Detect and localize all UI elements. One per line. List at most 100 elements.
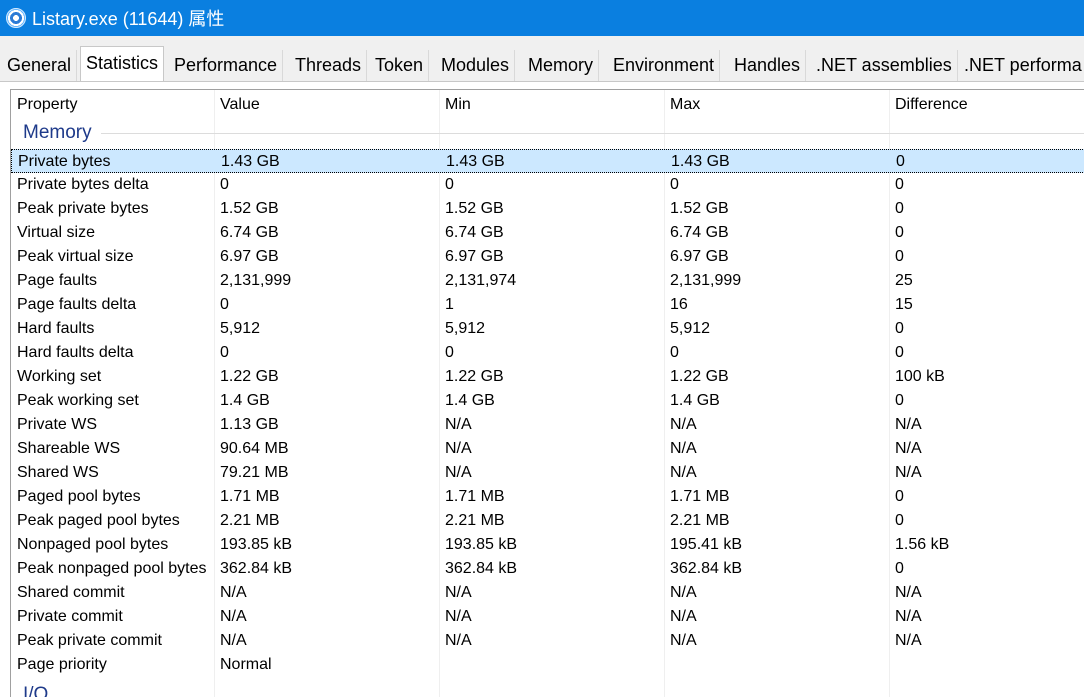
- cell-min: N/A: [445, 440, 472, 457]
- cell-difference: N/A: [895, 416, 922, 433]
- column-header-min[interactable]: Min: [445, 96, 471, 114]
- cell-difference: 0: [895, 176, 904, 193]
- cell-value: N/A: [220, 608, 247, 625]
- tab-token[interactable]: Token: [370, 50, 430, 81]
- cell-value: 0: [220, 296, 229, 313]
- column-header-difference[interactable]: Difference: [895, 96, 968, 114]
- cell-value: N/A: [220, 632, 247, 649]
- cell-property: Peak private commit: [17, 632, 162, 649]
- cell-max: 1.43 GB: [671, 153, 730, 170]
- title-bar[interactable]: Listary.exe (11644) 属性: [0, 0, 1084, 36]
- cell-property: Nonpaged pool bytes: [17, 536, 169, 553]
- table-row[interactable]: Page faults delta 0 1 16 15: [11, 293, 1084, 317]
- cell-min: N/A: [445, 584, 472, 601]
- cell-property: Virtual size: [17, 224, 95, 241]
- cell-value: 6.97 GB: [220, 248, 279, 265]
- column-header-max[interactable]: Max: [670, 96, 700, 114]
- cell-min: 0: [445, 176, 454, 193]
- table-row[interactable]: Private bytes 1.43 GB 1.43 GB 1.43 GB 0: [11, 149, 1084, 173]
- cell-min: 362.84 kB: [445, 560, 518, 577]
- table-row[interactable]: Nonpaged pool bytes 193.85 kB 193.85 kB 195…: [11, 533, 1084, 557]
- cell-value: 90.64 MB: [220, 440, 289, 457]
- column-header-value[interactable]: Value: [220, 96, 260, 114]
- cell-difference: 0: [895, 560, 904, 577]
- cell-min: 2.21 MB: [445, 512, 505, 529]
- cell-max: 1.52 GB: [670, 200, 729, 217]
- cell-value: 362.84 kB: [220, 560, 293, 577]
- group-header-io[interactable]: I/O: [23, 684, 53, 697]
- table-row[interactable]: Peak private bytes 1.52 GB 1.52 GB 1.52 GB 0: [11, 197, 1084, 221]
- cell-difference: 100 kB: [895, 368, 945, 385]
- cell-min: N/A: [445, 632, 472, 649]
- cell-property: Working set: [17, 368, 102, 385]
- tab-environment[interactable]: Environment: [608, 50, 721, 81]
- table-row[interactable]: Private bytes delta 0 0 0 0: [11, 173, 1084, 197]
- cell-property: Paged pool bytes: [17, 488, 141, 505]
- tab-net-assemblies[interactable]: .NET assemblies: [811, 50, 958, 81]
- table-row[interactable]: Working set 1.22 GB 1.22 GB 1.22 GB 100 kB: [11, 365, 1084, 389]
- table-row[interactable]: Page faults 2,131,999 2,131,974 2,131,999 25: [11, 269, 1084, 293]
- table-row[interactable]: Peak nonpaged pool bytes 362.84 kB 362.84 …: [11, 557, 1084, 581]
- cell-difference: 0: [895, 488, 904, 505]
- cell-property: Peak private bytes: [17, 200, 149, 217]
- column-header-property[interactable]: Property: [17, 96, 77, 114]
- table-row[interactable]: Peak private commit N/A N/A N/A N/A: [11, 629, 1084, 653]
- cell-max: 16: [670, 296, 688, 313]
- cell-difference: 0: [895, 320, 904, 337]
- tab-general[interactable]: General: [2, 50, 78, 81]
- cell-max: 5,912: [670, 320, 711, 337]
- table-row[interactable]: Virtual size 6.74 GB 6.74 GB 6.74 GB 0: [11, 221, 1084, 245]
- table-row[interactable]: Private WS 1.13 GB N/A N/A N/A: [11, 413, 1084, 437]
- table-row[interactable]: Peak virtual size 6.97 GB 6.97 GB 6.97 GB 0: [11, 245, 1084, 269]
- cell-difference: N/A: [895, 464, 922, 481]
- cell-difference: 15: [895, 296, 913, 313]
- tab-performance[interactable]: Performance: [169, 50, 284, 81]
- cell-min: N/A: [445, 464, 472, 481]
- cell-difference: N/A: [895, 584, 922, 601]
- statistics-list[interactable]: Property Value Min Max Difference Memory…: [10, 89, 1084, 697]
- cell-max: 1.71 MB: [670, 488, 730, 505]
- tab-net-performance[interactable]: .NET performa: [959, 50, 1084, 81]
- tab-memory[interactable]: Memory: [523, 50, 600, 81]
- cell-min: 2,131,974: [445, 272, 517, 289]
- table-row[interactable]: Shared WS 79.21 MB N/A N/A N/A: [11, 461, 1084, 485]
- cell-difference: 1.56 kB: [895, 536, 950, 553]
- cell-difference: 0: [895, 512, 904, 529]
- tab-modules[interactable]: Modules: [436, 50, 516, 81]
- cell-min: 6.74 GB: [445, 224, 504, 241]
- cell-property: Page faults: [17, 272, 98, 289]
- tab-threads[interactable]: Threads: [290, 50, 368, 81]
- cell-value: 0: [220, 344, 229, 361]
- table-row[interactable]: Peak working set 1.4 GB 1.4 GB 1.4 GB 0: [11, 389, 1084, 413]
- table-row[interactable]: Page priority Normal: [11, 653, 1084, 677]
- cell-value: 6.74 GB: [220, 224, 279, 241]
- cell-max: 2,131,999: [670, 272, 742, 289]
- cell-difference: N/A: [895, 440, 922, 457]
- cell-max: 1.22 GB: [670, 368, 729, 385]
- table-row[interactable]: Hard faults delta 0 0 0 0: [11, 341, 1084, 365]
- tab-statistics[interactable]: Statistics: [80, 46, 165, 81]
- cell-max: 2.21 MB: [670, 512, 730, 529]
- cell-value: 1.71 MB: [220, 488, 280, 505]
- table-row[interactable]: Shareable WS 90.64 MB N/A N/A N/A: [11, 437, 1084, 461]
- table-row[interactable]: Private commit N/A N/A N/A N/A: [11, 605, 1084, 629]
- cell-max: 0: [670, 176, 679, 193]
- cell-max: 195.41 kB: [670, 536, 743, 553]
- table-row[interactable]: Shared commit N/A N/A N/A N/A: [11, 581, 1084, 605]
- cell-property: Peak nonpaged pool bytes: [17, 560, 207, 577]
- table-row[interactable]: Paged pool bytes 1.71 MB 1.71 MB 1.71 MB 0: [11, 485, 1084, 509]
- table-row[interactable]: Hard faults 5,912 5,912 5,912 0: [11, 317, 1084, 341]
- cell-min: 0: [445, 344, 454, 361]
- tab-handles[interactable]: Handles: [729, 50, 807, 81]
- cell-max: 362.84 kB: [670, 560, 743, 577]
- cell-difference: 0: [896, 153, 905, 170]
- cell-property: Shareable WS: [17, 440, 121, 457]
- app-icon: [6, 8, 26, 28]
- cell-min: 1.4 GB: [445, 392, 495, 409]
- cell-min: 1.71 MB: [445, 488, 505, 505]
- table-row[interactable]: Peak paged pool bytes 2.21 MB 2.21 MB 2.21 …: [11, 509, 1084, 533]
- group-header-memory[interactable]: Memory: [23, 122, 96, 144]
- cell-value: 5,912: [220, 320, 261, 337]
- cell-value: 2.21 MB: [220, 512, 280, 529]
- cell-max: N/A: [670, 608, 697, 625]
